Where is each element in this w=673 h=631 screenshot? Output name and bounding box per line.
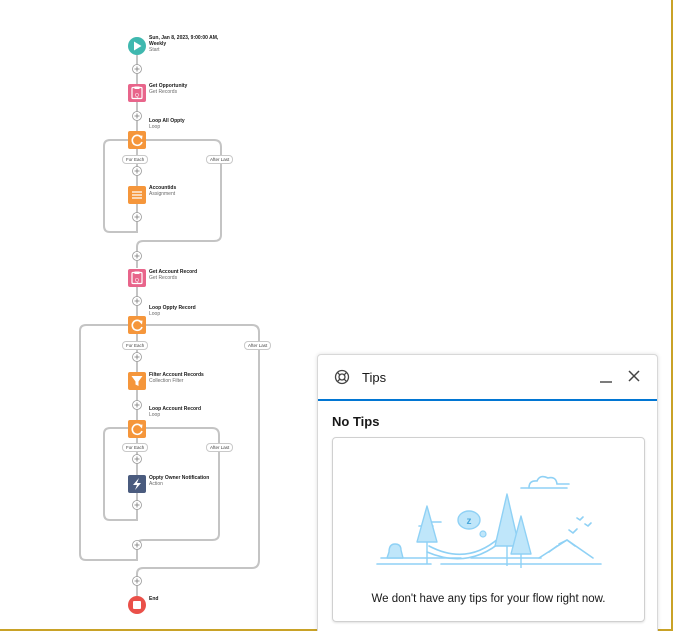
pill-for-each[interactable]: For Each bbox=[122, 443, 149, 452]
loop-oppty-record-node[interactable] bbox=[128, 316, 146, 334]
node-subtitle: Collection Filter bbox=[149, 378, 184, 384]
node-subtitle: Get Records bbox=[149, 89, 178, 95]
oppty-owner-notification-label: Oppty Owner Notification Action bbox=[149, 475, 209, 487]
end-label: End bbox=[149, 596, 158, 602]
tips-title: Tips bbox=[362, 370, 387, 385]
start-subtitle: Start bbox=[149, 47, 160, 53]
filter-account-records-label: Filter Account Records Collection Filter bbox=[149, 372, 204, 384]
pill-for-each[interactable]: For Each bbox=[122, 341, 149, 350]
tips-heading: No Tips bbox=[332, 414, 380, 429]
node-subtitle: Get Records bbox=[149, 275, 178, 281]
pill-after-last[interactable]: After Last bbox=[206, 443, 234, 452]
connectors bbox=[79, 55, 260, 596]
svg-text:z: z bbox=[467, 516, 472, 527]
accountids-node[interactable] bbox=[128, 186, 146, 204]
start-label: Sun, Jan 8, 2023, 9:00:00 AM, Weekly Sta… bbox=[149, 35, 218, 53]
oppty-owner-notification-node[interactable] bbox=[128, 475, 146, 493]
loop-account-record-label: Loop Account Record Loop bbox=[149, 406, 201, 418]
get-opportunity-label: Get Opportunity Get Records bbox=[149, 83, 187, 95]
node-subtitle: Assignment bbox=[149, 191, 176, 197]
end-node[interactable] bbox=[128, 596, 146, 614]
node-subtitle: Action bbox=[149, 481, 163, 487]
loop-oppty-record-label: Loop Oppty Record Loop bbox=[149, 305, 196, 317]
pill-after-last[interactable]: After Last bbox=[244, 341, 272, 350]
get-account-record-node[interactable]: Q bbox=[128, 269, 146, 287]
close-icon[interactable] bbox=[626, 368, 642, 384]
loop-all-oppty-label: Loop All Oppty Loop bbox=[149, 118, 185, 130]
node-subtitle: Loop bbox=[149, 412, 161, 418]
loop-all-oppty-node[interactable] bbox=[128, 131, 146, 149]
get-account-record-label: Get Account Record Get Records bbox=[149, 269, 197, 281]
pill-after-last[interactable]: After Last bbox=[206, 155, 234, 164]
start-node[interactable] bbox=[128, 37, 146, 55]
loop-account-record-node[interactable] bbox=[128, 420, 146, 438]
filter-account-records-node[interactable] bbox=[128, 372, 146, 390]
get-opportunity-node[interactable]: Q bbox=[128, 84, 146, 102]
tips-panel: Tips No Tips z We don't have any tips fo… bbox=[317, 354, 658, 631]
stop-icon bbox=[133, 601, 141, 609]
tips-empty-card: z We don't have any tips for your flow r… bbox=[332, 437, 645, 622]
tips-header: Tips bbox=[318, 355, 657, 401]
empty-state-illustration: z bbox=[376, 475, 602, 568]
lifebuoy-icon bbox=[334, 369, 350, 385]
svg-text:Q: Q bbox=[135, 93, 139, 99]
minimize-icon[interactable] bbox=[599, 367, 613, 385]
tips-empty-message: We don't have any tips for your flow rig… bbox=[371, 593, 606, 605]
accountids-label: Accountids Assignment bbox=[149, 185, 176, 197]
node-subtitle: Loop bbox=[149, 311, 161, 317]
svg-text:Q: Q bbox=[135, 278, 139, 284]
pill-for-each[interactable]: For Each bbox=[122, 155, 149, 164]
node-subtitle: Loop bbox=[149, 124, 161, 130]
node-title: End bbox=[149, 596, 159, 602]
